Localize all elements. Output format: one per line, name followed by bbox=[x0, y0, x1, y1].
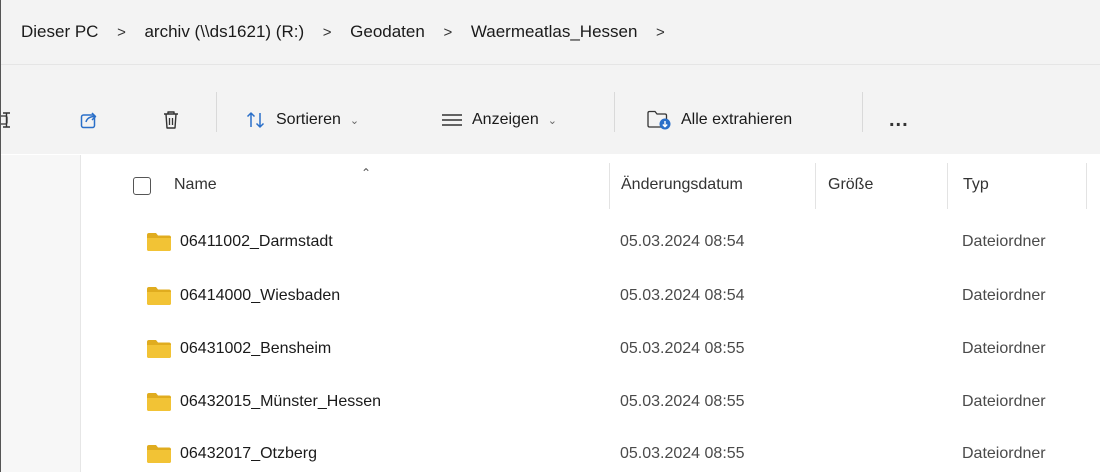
file-type: Dateiordner bbox=[962, 393, 1046, 410]
sort-ascending-icon: ⌃ bbox=[361, 166, 372, 180]
breadcrumb-separator-icon[interactable]: > bbox=[106, 24, 136, 41]
toolbar-divider bbox=[614, 92, 615, 132]
file-modified: 05.03.2024 08:55 bbox=[620, 340, 745, 357]
column-divider[interactable] bbox=[1086, 163, 1087, 209]
column-divider[interactable] bbox=[947, 163, 948, 209]
command-bar: Sortieren ⌄ Anzeigen ⌄ Alle extrahieren … bbox=[1, 64, 1100, 154]
file-modified: 05.03.2024 08:55 bbox=[620, 445, 745, 462]
select-all-checkbox[interactable] bbox=[133, 177, 151, 195]
file-row[interactable]: 06432017_Otzberg 05.03.2024 08:55 Dateio… bbox=[80, 427, 1099, 472]
sort-icon bbox=[246, 112, 265, 128]
toolbar-divider bbox=[216, 92, 217, 132]
file-modified: 05.03.2024 08:54 bbox=[620, 233, 745, 250]
column-header-name[interactable]: Name bbox=[174, 155, 217, 215]
navigation-pane[interactable] bbox=[1, 155, 81, 472]
file-name: 06432017_Otzberg bbox=[180, 445, 317, 462]
more-icon: ... bbox=[889, 108, 909, 131]
more-options-button[interactable]: ... bbox=[889, 100, 909, 140]
file-type: Dateiordner bbox=[962, 287, 1046, 304]
file-name: 06431002_Bensheim bbox=[180, 340, 332, 357]
file-name: 06414000_Wiesbaden bbox=[180, 287, 341, 304]
view-lines-icon bbox=[442, 114, 462, 126]
delete-button[interactable] bbox=[161, 100, 181, 140]
chevron-down-icon: ⌄ bbox=[547, 114, 557, 127]
share-icon bbox=[80, 112, 97, 129]
breadcrumb-separator-icon[interactable]: > bbox=[312, 24, 342, 41]
chevron-down-icon: ⌄ bbox=[349, 114, 360, 127]
file-row[interactable]: 06431002_Bensheim 05.03.2024 08:55 Datei… bbox=[80, 322, 1099, 376]
zip-extract-icon bbox=[647, 110, 671, 130]
folder-icon bbox=[147, 445, 171, 463]
view-label: Anzeigen bbox=[472, 111, 539, 128]
sort-label: Sortieren bbox=[276, 111, 341, 128]
share-button[interactable] bbox=[79, 100, 99, 140]
file-type: Dateiordner bbox=[962, 233, 1046, 250]
column-divider[interactable] bbox=[815, 163, 816, 209]
file-type: Dateiordner bbox=[962, 340, 1046, 357]
breadcrumb-waermeatlas[interactable]: Waermeatlas_Hessen bbox=[463, 18, 646, 46]
extract-all-button[interactable]: Alle extrahieren bbox=[646, 100, 792, 140]
breadcrumb-geodaten[interactable]: Geodaten bbox=[342, 18, 433, 46]
folder-icon bbox=[147, 393, 171, 411]
breadcrumb-separator-icon[interactable]: > bbox=[645, 24, 675, 41]
rename-button[interactable] bbox=[1, 100, 15, 140]
file-name: 06432015_Münster_Hessen bbox=[180, 393, 382, 410]
file-type: Dateiordner bbox=[962, 445, 1046, 462]
sort-button[interactable]: Sortieren ⌄ bbox=[245, 100, 359, 140]
folder-icon bbox=[147, 287, 171, 305]
column-header-row: Name Änderungsdatum Größe Typ bbox=[81, 155, 1100, 215]
breadcrumb-this-pc[interactable]: Dieser PC bbox=[21, 18, 106, 46]
file-name: 06411002_Darmstadt bbox=[180, 233, 333, 250]
file-row[interactable]: 06411002_Darmstadt 05.03.2024 08:54 Date… bbox=[80, 215, 1099, 269]
file-row[interactable]: 06414000_Wiesbaden 05.03.2024 08:54 Date… bbox=[80, 269, 1099, 323]
breadcrumb-separator-icon[interactable]: > bbox=[433, 24, 463, 41]
file-modified: 05.03.2024 08:54 bbox=[620, 287, 745, 304]
file-row[interactable]: 06432015_Münster_Hessen 05.03.2024 08:55… bbox=[80, 375, 1099, 429]
column-header-modified[interactable]: Änderungsdatum bbox=[621, 155, 743, 215]
address-bar[interactable]: Dieser PC > archiv (\\ds1621) (R:) > Geo… bbox=[1, 0, 1100, 64]
folder-icon bbox=[147, 233, 171, 251]
file-modified: 05.03.2024 08:55 bbox=[620, 393, 745, 410]
view-button[interactable]: Anzeigen ⌄ bbox=[441, 100, 557, 140]
breadcrumb-archiv-drive[interactable]: archiv (\\ds1621) (R:) bbox=[136, 18, 312, 46]
column-divider[interactable] bbox=[609, 163, 610, 209]
rename-icon bbox=[1, 112, 10, 128]
trash-icon bbox=[164, 111, 178, 129]
folder-icon bbox=[147, 340, 171, 358]
column-header-size[interactable]: Größe bbox=[828, 155, 873, 215]
column-header-type[interactable]: Typ bbox=[963, 155, 989, 215]
toolbar-divider bbox=[862, 92, 863, 132]
extract-all-label: Alle extrahieren bbox=[681, 111, 793, 128]
